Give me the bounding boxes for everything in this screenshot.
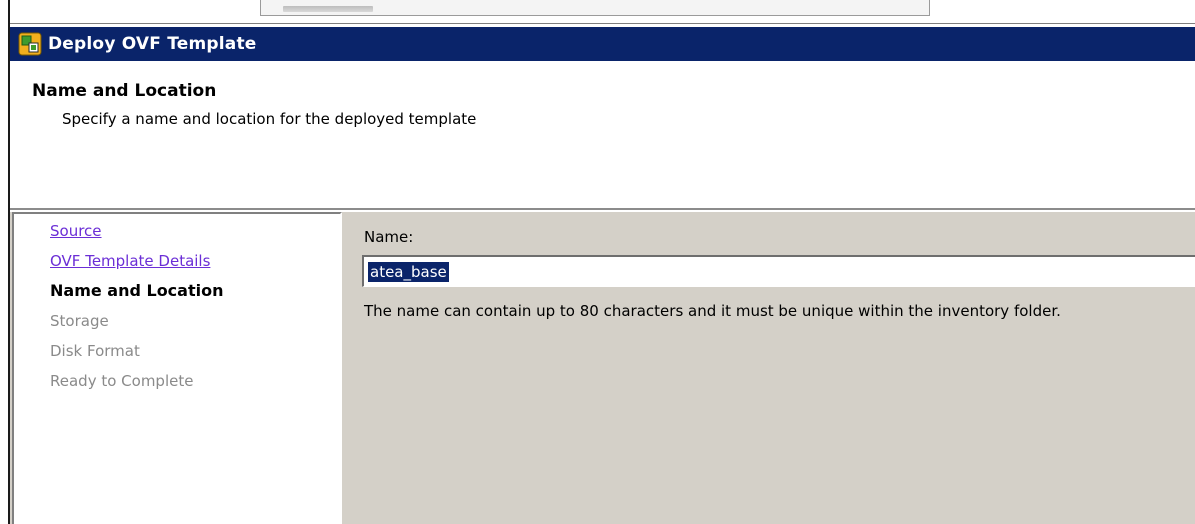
window-title: Deploy OVF Template bbox=[48, 34, 257, 54]
dialog-window: Deploy OVF Template Name and Location Sp… bbox=[8, 0, 1195, 524]
name-input[interactable]: atea_base bbox=[362, 255, 1195, 287]
wizard-steps-list: Source OVF Template Details Name and Loc… bbox=[12, 212, 342, 524]
step-disk-format: Disk Format bbox=[50, 342, 140, 360]
background-tab bbox=[260, 0, 930, 16]
name-input-selected-text: atea_base bbox=[367, 260, 450, 283]
name-field-label: Name: bbox=[364, 228, 414, 246]
step-source[interactable]: Source bbox=[50, 222, 102, 240]
step-ovf-template-details[interactable]: OVF Template Details bbox=[50, 252, 210, 270]
wizard-body: Source OVF Template Details Name and Loc… bbox=[10, 212, 1195, 524]
step-storage: Storage bbox=[50, 312, 109, 330]
page-subtitle: Specify a name and location for the depl… bbox=[62, 110, 477, 128]
wizard-header: Name and Location Specify a name and loc… bbox=[10, 61, 1195, 210]
step-ready-to-complete: Ready to Complete bbox=[50, 372, 194, 390]
name-location-form: Name: atea_base The name can contain up … bbox=[344, 212, 1195, 524]
vsphere-ovf-icon bbox=[18, 32, 42, 56]
background-tab-label-fragment bbox=[283, 6, 373, 12]
step-name-and-location: Name and Location bbox=[50, 281, 224, 300]
background-window-strip bbox=[10, 0, 1195, 24]
title-bar[interactable]: Deploy OVF Template bbox=[10, 27, 1195, 61]
name-field-hint: The name can contain up to 80 characters… bbox=[364, 302, 1061, 320]
page-title: Name and Location bbox=[32, 81, 217, 101]
